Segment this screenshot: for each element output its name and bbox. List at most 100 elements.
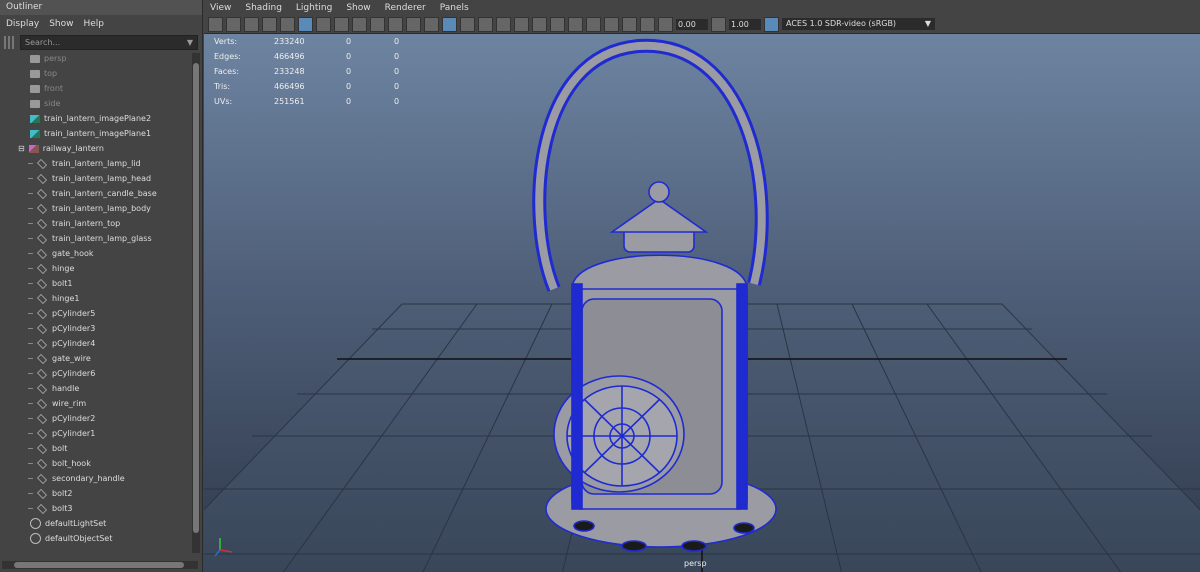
- search-input[interactable]: Search... ▼: [20, 35, 198, 50]
- outliner-item[interactable]: hinge1: [0, 291, 190, 306]
- outliner-horizontal-scrollbar[interactable]: [2, 561, 198, 569]
- shadows-icon[interactable]: [514, 16, 529, 32]
- exposure-icon[interactable]: [658, 16, 673, 32]
- outliner-item[interactable]: bolt_hook: [0, 456, 190, 471]
- outliner-item[interactable]: defaultObjectSet: [0, 531, 190, 546]
- dropdown-arrow-icon[interactable]: ▼: [187, 38, 193, 47]
- gamma-field[interactable]: 1.00: [729, 18, 761, 30]
- use-all-lights-icon[interactable]: [496, 16, 511, 32]
- grid-icon[interactable]: [316, 16, 331, 32]
- tree-connector-icon: [28, 418, 33, 419]
- outliner-tree: persp top front side train_lantern_imagePlan…: [0, 51, 190, 556]
- film-gate-icon[interactable]: [334, 16, 349, 32]
- outliner-vertical-scrollbar[interactable]: [192, 53, 200, 553]
- outliner-item[interactable]: pCylinder6: [0, 366, 190, 381]
- outliner-item[interactable]: train_lantern_lamp_body: [0, 201, 190, 216]
- outliner-item[interactable]: pCylinder1: [0, 426, 190, 441]
- anti-aliasing-icon[interactable]: [568, 16, 583, 32]
- outliner-item[interactable]: gate_wire: [0, 351, 190, 366]
- outliner-item[interactable]: top: [0, 66, 190, 81]
- grip-icon[interactable]: [4, 36, 16, 49]
- outliner-item[interactable]: train_lantern_lamp_head: [0, 171, 190, 186]
- outliner-item[interactable]: train_lantern_imagePlane2: [0, 111, 190, 126]
- outliner-item[interactable]: hinge: [0, 261, 190, 276]
- outliner-item[interactable]: pCylinder2: [0, 411, 190, 426]
- viewport-canvas[interactable]: Verts: 233240 0 0 Edges: 466496 0 0 Faces: 233248…: [204, 34, 1200, 572]
- outliner-item[interactable]: train_lantern_candle_base: [0, 186, 190, 201]
- exposure-field[interactable]: 0.00: [676, 18, 708, 30]
- textured-icon[interactable]: [478, 16, 493, 32]
- hud-v3: 0: [394, 37, 400, 46]
- outliner-item[interactable]: pCylinder4: [0, 336, 190, 351]
- menu-show[interactable]: Show: [49, 19, 73, 29]
- outliner-item-label: front: [44, 84, 64, 93]
- outliner-item[interactable]: wire_rim: [0, 396, 190, 411]
- outliner-item-label: bolt3: [52, 504, 73, 513]
- 2d-pan-icon[interactable]: [280, 16, 295, 32]
- image-plane-icon[interactable]: [262, 16, 277, 32]
- menu-panels[interactable]: Panels: [440, 3, 469, 13]
- view-transform-select[interactable]: ACES 1.0 SDR-video (sRGB) ▼: [782, 18, 935, 30]
- motion-blur-icon[interactable]: [550, 16, 565, 32]
- xray-joints-icon[interactable]: [640, 16, 655, 32]
- smooth-shade-icon[interactable]: [442, 16, 457, 32]
- outliner-item[interactable]: pCylinder3: [0, 321, 190, 336]
- safe-action-icon[interactable]: [406, 16, 421, 32]
- chevron-down-icon[interactable]: ▼: [925, 18, 931, 30]
- outliner-item[interactable]: bolt1: [0, 276, 190, 291]
- menu-display[interactable]: Display: [6, 19, 39, 29]
- outliner-item[interactable]: bolt3: [0, 501, 190, 516]
- tree-connector-icon: [28, 508, 33, 509]
- outliner-item[interactable]: secondary_handle: [0, 471, 190, 486]
- outliner-item[interactable]: train_lantern_lamp_glass: [0, 231, 190, 246]
- select-camera-icon[interactable]: [208, 16, 223, 32]
- outliner-item[interactable]: side: [0, 96, 190, 111]
- isolate-select-icon[interactable]: [604, 16, 619, 32]
- lantern-model[interactable]: [532, 38, 777, 552]
- depth-of-field-icon[interactable]: [586, 16, 601, 32]
- gate-mask-icon[interactable]: [370, 16, 385, 32]
- camera-icon: [30, 69, 40, 78]
- grease-pencil-icon[interactable]: [298, 16, 313, 32]
- collapse-icon[interactable]: ⊟: [18, 141, 25, 156]
- bookmark-icon[interactable]: [244, 16, 259, 32]
- menu-shading[interactable]: Shading: [245, 3, 282, 13]
- resolution-gate-icon[interactable]: [352, 16, 367, 32]
- outliner-item[interactable]: ⊟ railway_lantern: [0, 141, 190, 156]
- outliner-item[interactable]: train_lantern_top: [0, 216, 190, 231]
- outliner-item[interactable]: train_lantern_lamp_lid: [0, 156, 190, 171]
- field-chart-icon[interactable]: [388, 16, 403, 32]
- outliner-item[interactable]: handle: [0, 381, 190, 396]
- set-icon: [30, 518, 41, 529]
- hud-label: Verts:: [214, 37, 238, 46]
- outliner-item[interactable]: bolt: [0, 441, 190, 456]
- color-management-icon[interactable]: [764, 16, 779, 32]
- gamma-icon[interactable]: [711, 16, 726, 32]
- outliner-item[interactable]: train_lantern_imagePlane1: [0, 126, 190, 141]
- outliner-item-label: hinge: [52, 264, 75, 273]
- tree-connector-icon: [28, 238, 33, 239]
- scroll-thumb[interactable]: [193, 63, 199, 533]
- xray-icon[interactable]: [622, 16, 637, 32]
- hud-v2: 0: [346, 82, 352, 91]
- outliner-item[interactable]: pCylinder5: [0, 306, 190, 321]
- wireframe-on-shaded-icon[interactable]: [460, 16, 475, 32]
- mesh-icon: [37, 248, 47, 259]
- outliner-item[interactable]: defaultLightSet: [0, 516, 190, 531]
- outliner-item[interactable]: gate_hook: [0, 246, 190, 261]
- camera-attributes-icon[interactable]: [226, 16, 241, 32]
- scroll-thumb[interactable]: [14, 562, 184, 568]
- outliner-item[interactable]: bolt2: [0, 486, 190, 501]
- outliner-item[interactable]: persp: [0, 51, 190, 66]
- outliner-item-label: pCylinder3: [52, 324, 96, 333]
- hud-label: Faces:: [214, 67, 239, 76]
- ambient-occlusion-icon[interactable]: [532, 16, 547, 32]
- menu-view[interactable]: View: [210, 3, 231, 13]
- tree-connector-icon: [28, 223, 33, 224]
- wireframe-icon[interactable]: [424, 16, 439, 32]
- menu-help[interactable]: Help: [83, 19, 104, 29]
- menu-show[interactable]: Show: [346, 3, 370, 13]
- outliner-item[interactable]: front: [0, 81, 190, 96]
- menu-lighting[interactable]: Lighting: [296, 3, 332, 13]
- menu-renderer[interactable]: Renderer: [385, 3, 426, 13]
